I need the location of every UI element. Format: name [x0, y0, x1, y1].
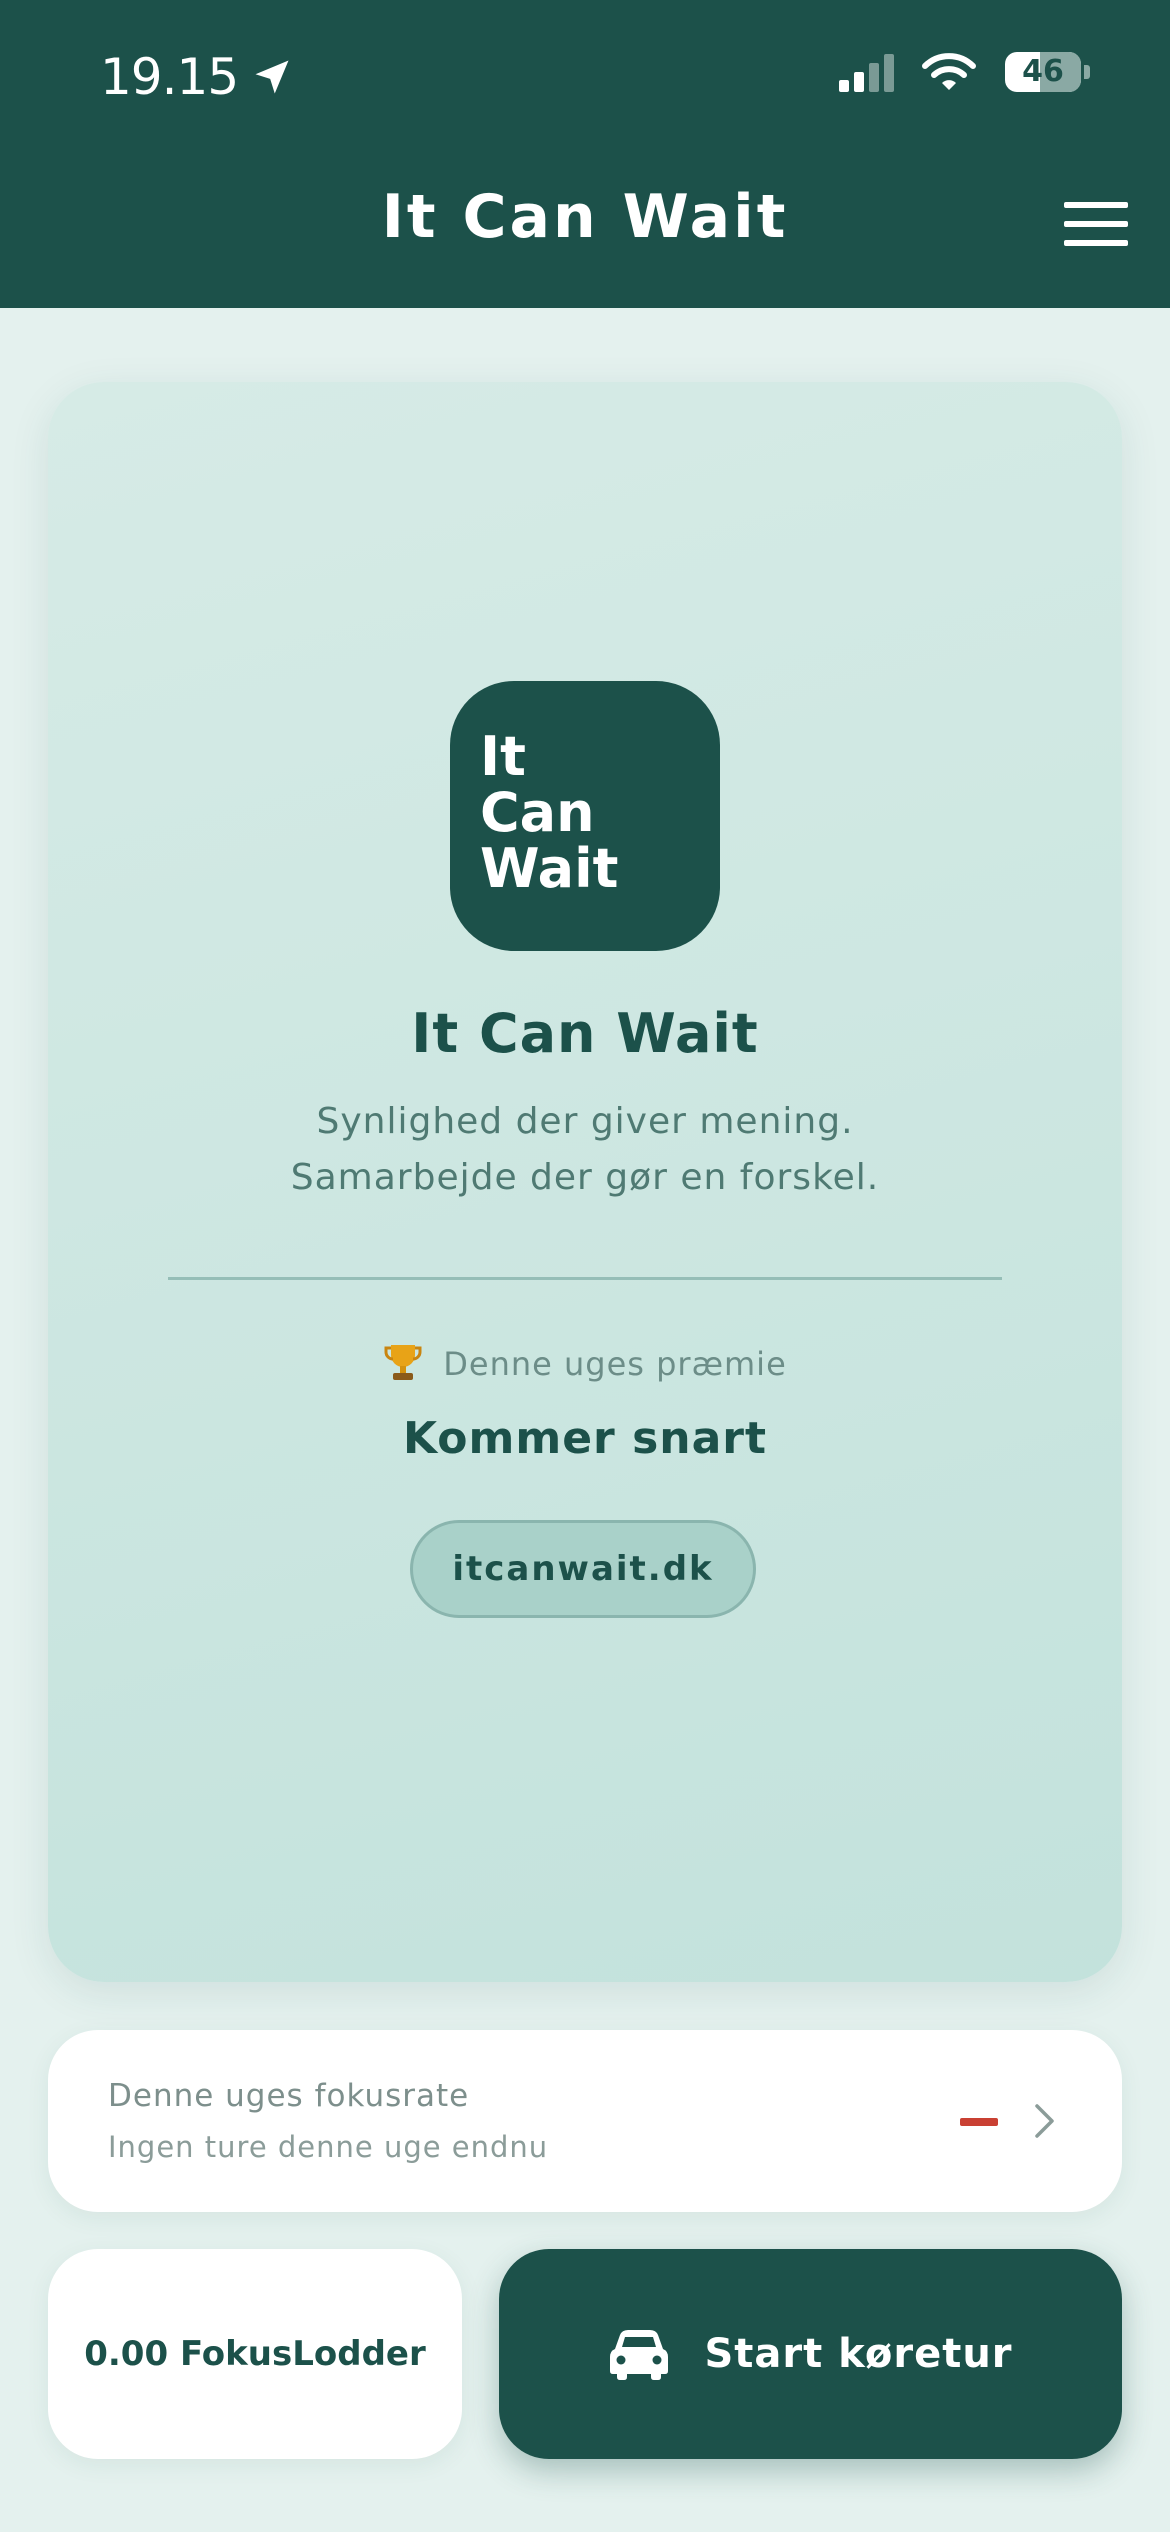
logo-line-2: Can	[480, 781, 595, 844]
signal-icon	[839, 54, 894, 92]
car-icon	[610, 2330, 669, 2380]
prize-label-row: Denne uges præmie	[0, 1341, 1170, 1383]
wifi-icon	[922, 53, 976, 90]
app-header: 19.15 46 It Can Wait	[0, 0, 1170, 308]
logo-line-1: It	[480, 725, 526, 788]
prize-label: Denne uges præmie	[443, 1345, 787, 1383]
start-trip-label: Start køretur	[704, 2331, 1013, 2377]
battery-icon: 46	[1005, 52, 1081, 92]
app-logo: It Can Wait	[450, 681, 720, 951]
chevron-right-icon	[1035, 2104, 1054, 2138]
battery-level: 46	[1022, 54, 1064, 89]
hero-title: It Can Wait	[411, 1002, 759, 1065]
logo-text: It Can Wait	[480, 729, 618, 897]
focus-rate-title: Denne uges fokusrate	[108, 2078, 470, 2114]
focus-rate-subtitle: Ingen ture denne uge endnu	[108, 2130, 549, 2164]
tagline-line-2: Samarbejde der gør en forskel.	[290, 1157, 880, 1198]
tagline-line-1: Synlighed der giver mening.	[316, 1101, 854, 1142]
battery-tip	[1084, 65, 1090, 79]
fokuslodder-label: 0.00 FokusLodder	[84, 2334, 426, 2374]
status-time: 19.15	[100, 48, 294, 106]
hamburger-menu-icon[interactable]	[1064, 202, 1128, 246]
location-arrow-icon	[255, 60, 289, 94]
logo-line-3: Wait	[480, 837, 619, 900]
status-icons: 46	[837, 52, 1090, 92]
divider	[168, 1277, 1002, 1280]
focus-rate-value	[960, 2118, 998, 2126]
start-trip-button[interactable]: Start køretur	[499, 2249, 1122, 2459]
focus-rate-card[interactable]: Denne uges fokusrate Ingen ture denne ug…	[48, 2030, 1122, 2212]
fokuslodder-card: 0.00 FokusLodder	[48, 2249, 462, 2459]
app-title: It Can Wait	[381, 182, 789, 252]
prize-value: Kommer snart	[402, 1413, 768, 1464]
status-time-text: 19.15	[100, 48, 239, 106]
trophy-icon	[384, 1345, 422, 1380]
website-link[interactable]: itcanwait.dk	[410, 1520, 756, 1618]
